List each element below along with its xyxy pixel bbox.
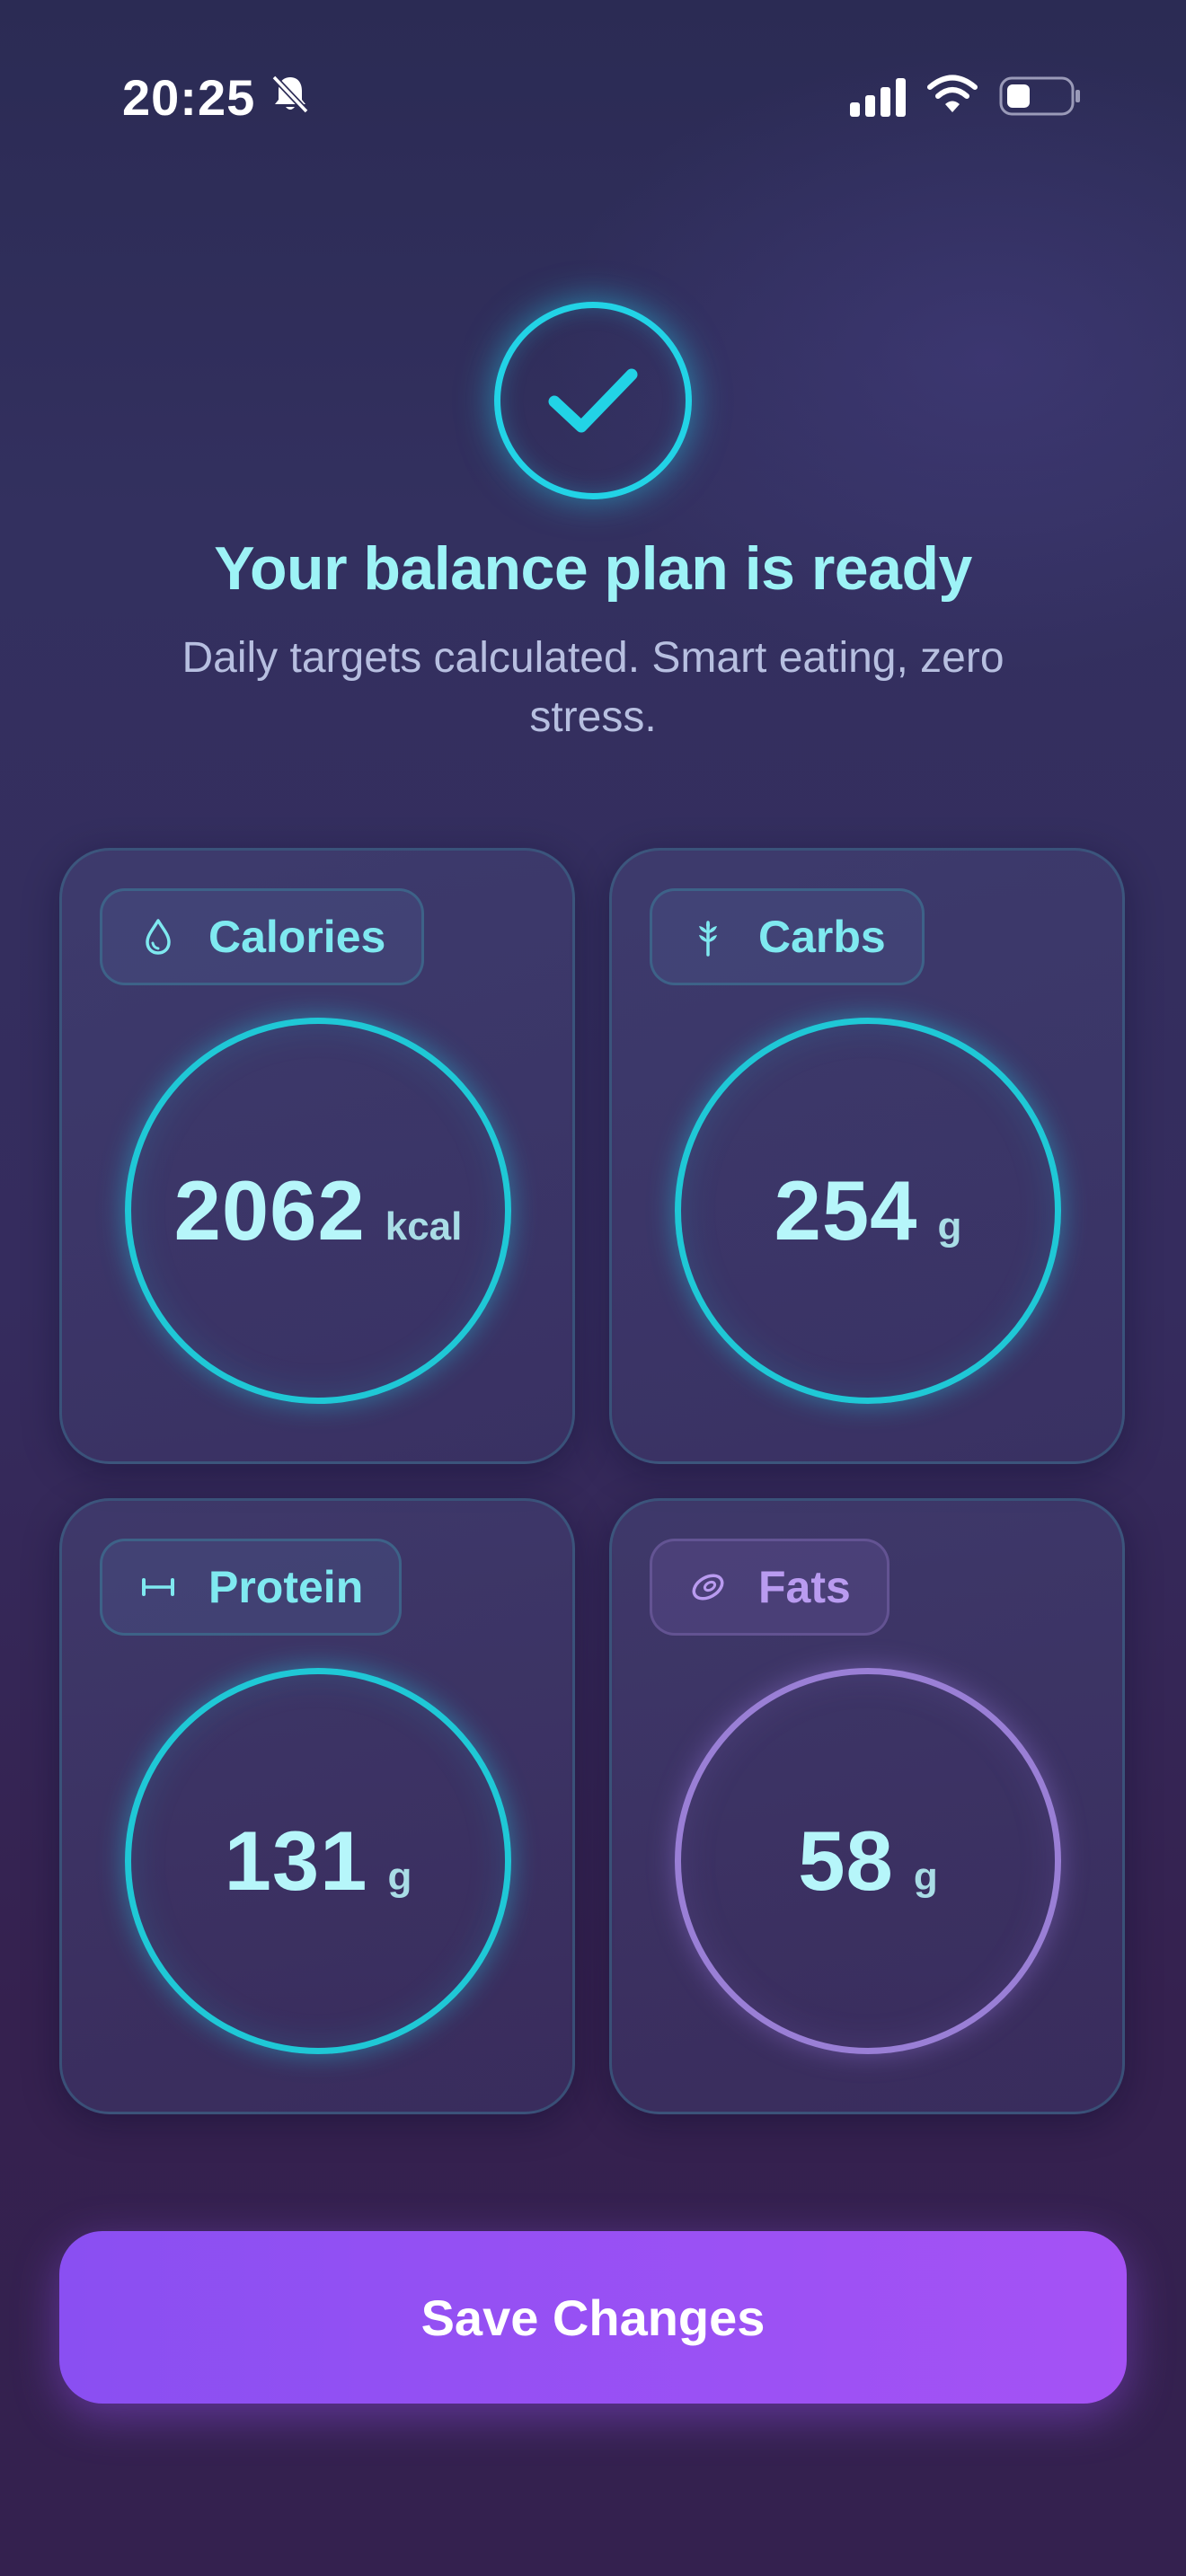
avocado-icon [692,1574,724,1601]
protein-value-group: 131 g [225,1813,412,1910]
calories-value: 2062 [173,1163,366,1257]
protein-value: 131 [224,1813,368,1908]
fats-card: Fats 58 g [609,1498,1125,2114]
drop-icon [146,919,171,955]
checkmark-icon [548,368,638,433]
wheat-icon [699,921,717,957]
status-time: 20:25 [122,69,256,126]
page-title: Your balance plan is ready [214,534,972,603]
protein-chip: Protein [100,1539,403,1636]
battery-icon [999,76,1080,116]
carbs-ring: 254 g [675,1018,1061,1404]
calories-unit: kcal [385,1204,463,1248]
save-changes-button[interactable]: Save Changes [59,2231,1127,2404]
fats-label: Fats [758,1562,851,1612]
carbs-label: Carbs [758,912,886,962]
protein-label: Protein [208,1562,364,1612]
carbs-chip: Carbs [650,888,925,985]
silent-bell-icon [271,75,309,114]
dumbbell-icon [142,1578,174,1596]
calories-chip: Calories [100,888,425,985]
fats-ring: 58 g [675,1668,1061,2054]
protein-unit: g [387,1855,412,1899]
status-bar: 20:25 [0,0,1186,180]
fats-value: 58 [798,1813,894,1908]
wifi-icon [927,75,978,112]
calories-ring: 2062 kcal [125,1018,511,1404]
cellular-signal-icon [850,78,906,117]
calories-value-group: 2062 kcal [174,1162,463,1259]
fats-value-group: 58 g [798,1813,937,1910]
carbs-value-group: 254 g [774,1162,962,1259]
save-changes-label: Save Changes [420,2289,766,2346]
carbs-card: Carbs 254 g [609,848,1125,1464]
protein-card: Protein 131 g [59,1498,575,2114]
carbs-unit: g [937,1204,962,1248]
fats-chip: Fats [650,1539,890,1636]
fats-unit: g [913,1855,938,1899]
success-check-badge [494,302,692,499]
calories-card: Calories 2062 kcal [59,848,575,1464]
page-subtitle: Daily targets calculated. Smart eating, … [181,634,1005,741]
calories-label: Calories [208,912,386,962]
carbs-value: 254 [774,1163,918,1257]
protein-ring: 131 g [125,1668,511,2054]
